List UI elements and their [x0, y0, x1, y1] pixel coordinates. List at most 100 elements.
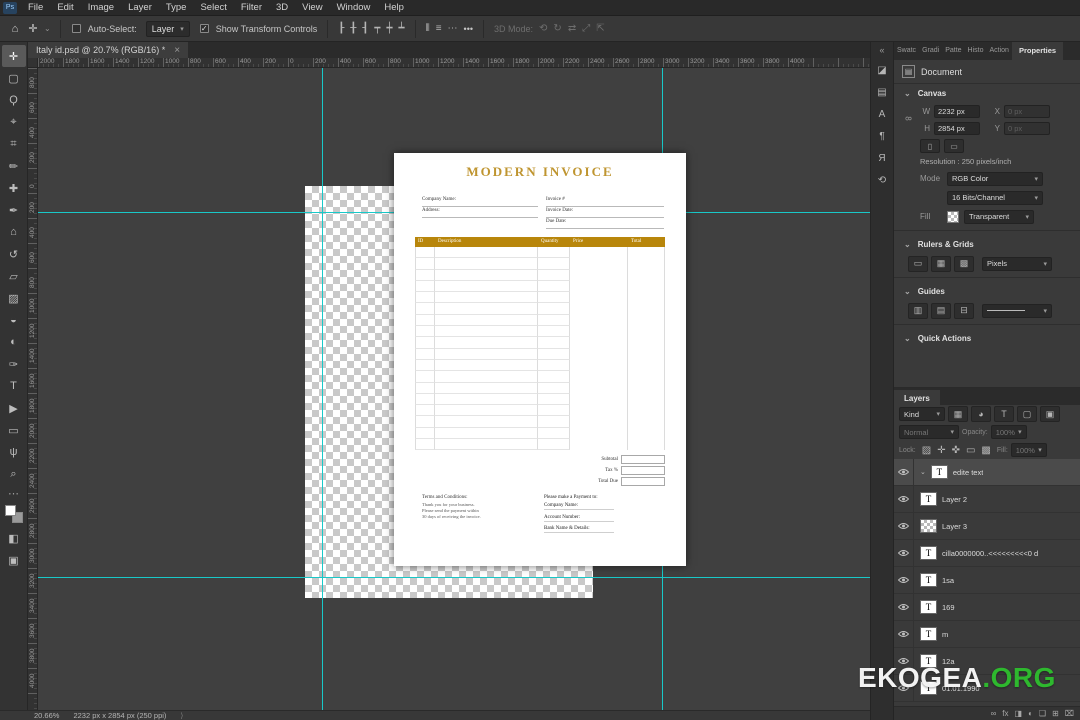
- foreground-color-swatch[interactable]: [4, 505, 16, 516]
- visibility-eye-icon[interactable]: [894, 593, 914, 621]
- toggle-grid-icon[interactable]: ▦: [931, 255, 951, 272]
- add-layer-mask-icon[interactable]: ◨: [1015, 709, 1023, 718]
- lock-artboard-icon[interactable]: ▭: [966, 445, 975, 456]
- layer-row-1[interactable]: ⌄ Tedite text: [894, 458, 1080, 486]
- fill-swatch[interactable]: [947, 210, 959, 223]
- history-panel-icon[interactable]: ⟲: [878, 169, 886, 191]
- menu-view[interactable]: View: [295, 0, 329, 16]
- hand-tool[interactable]: ψ: [2, 441, 26, 463]
- 3d-roll-icon[interactable]: ↻: [553, 23, 561, 34]
- tab-swatc[interactable]: Swatc: [894, 42, 919, 60]
- quick-actions-section-header[interactable]: ⌄ Quick Actions: [894, 329, 1080, 348]
- filter-smart-objects-icon[interactable]: ▣: [1040, 406, 1060, 422]
- status-arrow-icon[interactable]: ⟩: [180, 711, 183, 720]
- 3d-slide-icon[interactable]: ⤢: [582, 23, 590, 34]
- dodge-tool[interactable]: ◐: [2, 331, 26, 353]
- align-bottom-edges-icon[interactable]: ┷: [398, 23, 404, 34]
- new-group-icon[interactable]: ❑: [1039, 709, 1046, 718]
- move-tool[interactable]: ✛: [1, 45, 26, 67]
- lock-position-icon[interactable]: ✜: [952, 445, 960, 456]
- layer-name[interactable]: 169: [942, 603, 955, 612]
- y-field[interactable]: 0 px: [1004, 122, 1050, 135]
- width-field[interactable]: 2232 px: [934, 105, 980, 118]
- filter-shape-layers-icon[interactable]: ▢: [1017, 406, 1037, 422]
- layer-thumbnail[interactable]: T: [920, 627, 937, 641]
- align-right-edges-icon[interactable]: ┨: [362, 23, 368, 34]
- history-brush-tool[interactable]: ↺: [2, 243, 26, 265]
- current-tool-icon[interactable]: ✛: [24, 22, 42, 35]
- edit-toolbar-icon[interactable]: ⋯: [2, 485, 26, 501]
- align-distribute-more-icon[interactable]: ⋯: [448, 23, 458, 34]
- layer-row-3[interactable]: Layer 3: [894, 512, 1080, 540]
- visibility-eye-icon[interactable]: [894, 566, 914, 594]
- rectangle-tool[interactable]: ▭: [2, 419, 26, 441]
- layer-thumbnail[interactable]: T: [920, 492, 937, 506]
- layer-row-2[interactable]: T Layer 2: [894, 485, 1080, 513]
- x-field[interactable]: 0 px: [1004, 105, 1050, 118]
- guide-horizontal[interactable]: [38, 577, 870, 578]
- menu-edit[interactable]: Edit: [50, 0, 80, 16]
- layer-effects-icon[interactable]: fx: [1002, 709, 1008, 718]
- layer-thumbnail[interactable]: T: [920, 546, 937, 560]
- layer-thumbnail[interactable]: [920, 519, 937, 533]
- horizontal-ruler[interactable]: 2000 1800 1600 1400 1200 1000 800 600 400 200 0 200…: [38, 58, 870, 68]
- link-dimensions-icon[interactable]: 8: [904, 116, 913, 120]
- eraser-tool[interactable]: ▱: [2, 265, 26, 287]
- menu-image[interactable]: Image: [81, 0, 121, 16]
- quick-mask-icon[interactable]: ◧: [2, 527, 26, 549]
- new-layer-icon[interactable]: ⊞: [1052, 709, 1059, 718]
- filter-adjustment-layers-icon[interactable]: ◕: [971, 406, 991, 422]
- color-swatches[interactable]: [4, 505, 23, 523]
- vertical-ruler[interactable]: 800 600 400 200 0 200 400 600 800 1000 1200 1400 160…: [28, 68, 38, 710]
- units-dropdown[interactable]: Pixels ▾: [982, 256, 1052, 271]
- menu-window[interactable]: Window: [330, 0, 378, 16]
- eyedropper-tool[interactable]: ✏: [2, 155, 26, 177]
- 3d-orbit-icon[interactable]: ⟲: [539, 23, 547, 34]
- character-panel-icon[interactable]: A: [879, 103, 886, 125]
- zoom-level[interactable]: 20.66%: [34, 711, 59, 720]
- invoice-page[interactable]: MODERN INVOICE Company Name: Address: Inv…: [394, 153, 686, 566]
- tab-action[interactable]: Action: [987, 42, 1012, 60]
- layer-row-5[interactable]: T 1sa: [894, 566, 1080, 594]
- new-guide-icon[interactable]: ▥: [908, 302, 928, 319]
- collapse-panels-icon[interactable]: «: [879, 45, 884, 59]
- menu-type[interactable]: Type: [159, 0, 194, 16]
- clone-stamp-tool[interactable]: ⌂: [2, 221, 26, 243]
- filter-type-layers-icon[interactable]: T: [994, 406, 1014, 422]
- guide-vertical[interactable]: [322, 68, 323, 710]
- layer-filter-kind-dropdown[interactable]: Kind ▾: [899, 407, 945, 421]
- lock-pixels-icon[interactable]: ✛: [937, 445, 945, 456]
- layer-name[interactable]: 1sa: [942, 576, 954, 585]
- quick-selection-tool[interactable]: ⌖: [2, 111, 26, 133]
- opacity-dropdown[interactable]: 100% ▾: [990, 425, 1027, 439]
- toggle-snap-icon[interactable]: ▩: [954, 255, 974, 272]
- visibility-eye-icon[interactable]: [894, 512, 914, 540]
- tab-gradi[interactable]: Gradi: [919, 42, 942, 60]
- guides-section-header[interactable]: ⌄ Guides: [894, 282, 1080, 301]
- bit-depth-dropdown[interactable]: 16 Bits/Channel ▾: [947, 190, 1043, 205]
- more-options-button[interactable]: •••: [464, 24, 473, 34]
- expand-chevron-icon[interactable]: ⌄: [920, 468, 926, 476]
- align-left-edges-icon[interactable]: ┠: [338, 23, 344, 34]
- delete-layer-icon[interactable]: ⌧: [1065, 709, 1074, 718]
- gradient-tool[interactable]: ▨: [2, 287, 26, 309]
- menu-3d[interactable]: 3D: [269, 0, 295, 16]
- fill-opacity-dropdown[interactable]: 100% ▾: [1010, 443, 1047, 457]
- document-tab[interactable]: Italy id.psd @ 20.7% (RGB/16) * ×: [28, 42, 189, 58]
- menu-select[interactable]: Select: [193, 0, 233, 16]
- tab-histo[interactable]: Histo: [965, 42, 987, 60]
- brush-tool[interactable]: ✒: [2, 199, 26, 221]
- lasso-tool[interactable]: Ϙ: [2, 89, 26, 111]
- visibility-eye-icon[interactable]: [894, 620, 914, 648]
- crop-tool[interactable]: ⌗: [2, 133, 26, 155]
- layer-name[interactable]: edite text: [953, 468, 983, 477]
- layer-row-4[interactable]: Tcilla0000000..<<<<<<<<<0 d: [894, 539, 1080, 567]
- blend-mode-dropdown[interactable]: Normal ▾: [899, 425, 959, 439]
- height-field[interactable]: 2854 px: [934, 122, 980, 135]
- layer-thumbnail[interactable]: T: [930, 465, 948, 479]
- libraries-icon[interactable]: ▤: [877, 81, 886, 103]
- layer-name[interactable]: m: [942, 630, 948, 639]
- canvas-section-header[interactable]: ⌄ Canvas: [894, 84, 1080, 103]
- align-top-edges-icon[interactable]: ┯: [374, 23, 380, 34]
- visibility-eye-icon[interactable]: [894, 485, 914, 513]
